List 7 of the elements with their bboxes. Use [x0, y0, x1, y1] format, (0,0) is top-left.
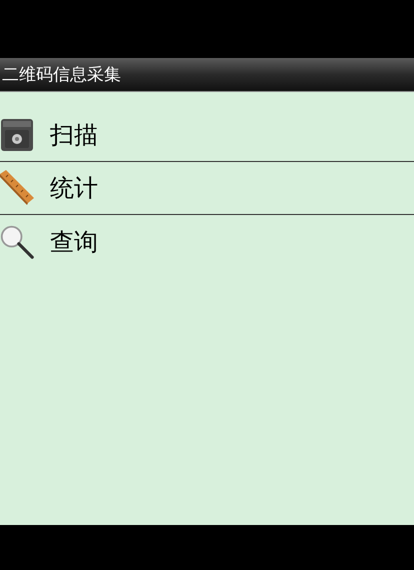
menu-item[interactable]: 查询: [50, 226, 98, 258]
app-title: 二维码信息采集: [1, 64, 121, 86]
menu-item[interactable]: 统计: [50, 172, 98, 204]
safe-icon: [0, 117, 34, 153]
menu-item[interactable]: 扫描: [50, 119, 98, 151]
search-icon: [0, 224, 34, 260]
ruler-icon: [0, 170, 34, 206]
